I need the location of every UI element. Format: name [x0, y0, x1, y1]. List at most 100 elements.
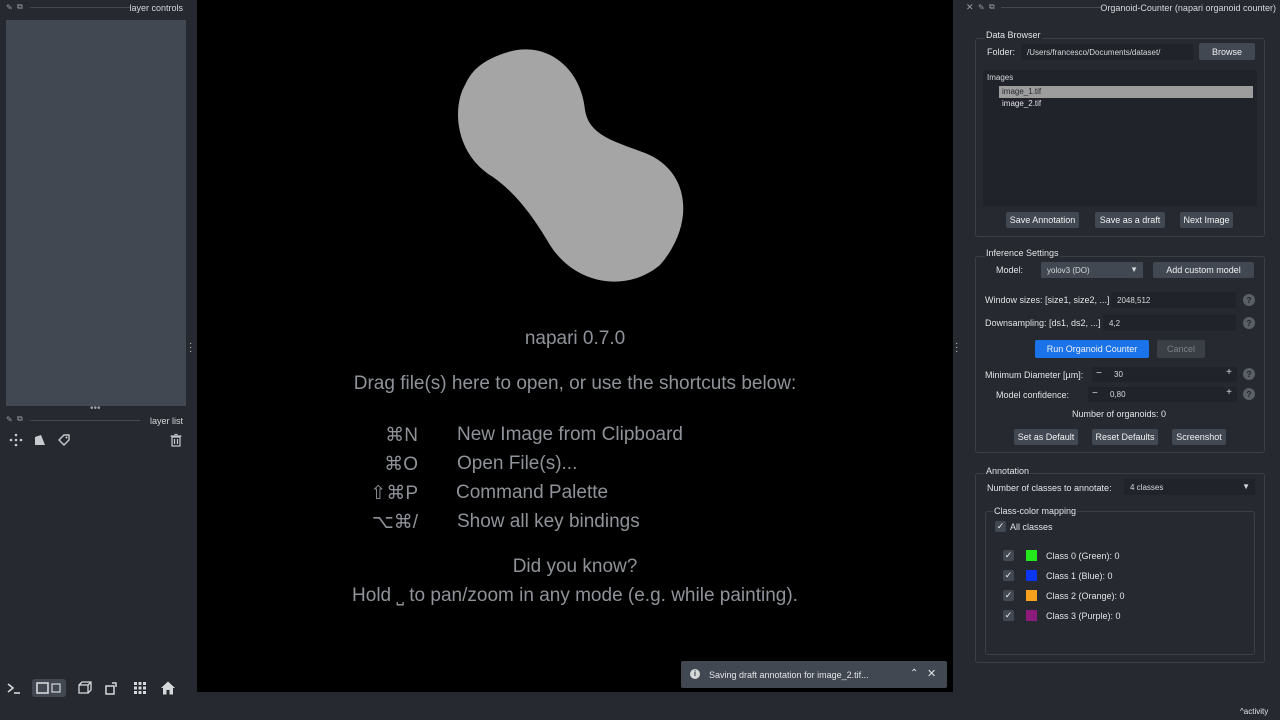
class-color-swatch[interactable] — [1026, 550, 1037, 561]
decrement-icon[interactable]: − — [1092, 388, 1098, 399]
class-color-swatch[interactable] — [1026, 570, 1037, 581]
increment-icon[interactable]: + — [1226, 367, 1232, 378]
save-annotation-button[interactable]: Save Annotation — [1006, 212, 1079, 228]
chevron-down-icon: ▼ — [1242, 482, 1250, 491]
plugin-dock-title: Organoid-Counter (napari organoid counte… — [1100, 3, 1276, 13]
decrement-icon[interactable]: − — [1096, 368, 1102, 379]
shortcut-key: ⇧⌘P — [370, 483, 418, 504]
downsampling-input[interactable]: 4,2 — [1103, 315, 1236, 331]
screenshot-button[interactable]: Screenshot — [1172, 429, 1226, 445]
shortcut-label: Show all key bindings — [457, 511, 640, 532]
close-dock-icon[interactable]: ✎ — [6, 415, 13, 424]
organoid-count-text: Number of organoids: 0 — [1072, 409, 1167, 419]
float-dock-icon[interactable]: ⧉ — [17, 414, 23, 424]
float-dock-icon[interactable]: ⧉ — [989, 2, 995, 12]
class-color-mapping-title: Class-color mapping — [993, 506, 1078, 516]
notification-text: Saving draft annotation for image_2.tif.… — [709, 670, 869, 680]
splitter-handle-icon[interactable]: ••• — [90, 403, 101, 414]
delete-layer-icon[interactable] — [167, 431, 185, 449]
new-labels-layer-icon[interactable] — [55, 431, 73, 449]
model-select[interactable]: yolov3 (DO) ▼ — [1041, 262, 1143, 278]
shortcut-key: ⌘O — [384, 454, 418, 475]
shortcut-key: ⌘N — [385, 425, 418, 446]
help-icon[interactable]: ? — [1243, 317, 1255, 329]
reset-defaults-button[interactable]: Reset Defaults — [1092, 429, 1158, 445]
edit-dock-icon[interactable]: ✎ — [978, 3, 985, 12]
list-item[interactable]: image_2.tif — [999, 98, 1253, 110]
new-shapes-layer-icon[interactable] — [31, 431, 49, 449]
close-dock-icon[interactable]: ✕ — [966, 2, 974, 13]
activity-label: activity — [1243, 707, 1269, 716]
folder-path-field[interactable]: /Users/francesco/Documents/dataset/ — [1021, 44, 1193, 60]
add-custom-model-button[interactable]: Add custom model — [1153, 262, 1254, 278]
shortcut-label: New Image from Clipboard — [457, 424, 683, 445]
class-checkbox[interactable]: ✓ — [1003, 590, 1014, 601]
inference-settings-title: Inference Settings — [985, 248, 1060, 258]
console-icon[interactable] — [5, 679, 23, 697]
class-color-swatch[interactable] — [1026, 610, 1037, 621]
welcome-tip: Hold ⎵ to pan/zoom in any mode (e.g. whi… — [352, 585, 798, 606]
model-confidence-label: Model confidence: — [996, 390, 1070, 400]
class-label: Class 1 (Blue): 0 — [1046, 571, 1113, 581]
side-handle-left-icon[interactable]: · · · — [189, 339, 192, 357]
welcome-version: napari 0.7.0 — [524, 328, 626, 349]
model-confidence-value: 0,80 — [1110, 390, 1126, 399]
layer-controls-title: layer controls — [129, 3, 183, 13]
close-notification-icon[interactable]: ✕ — [927, 667, 936, 680]
save-draft-button[interactable]: Save as a draft — [1095, 212, 1165, 228]
class-label: Class 3 (Purple): 0 — [1046, 611, 1121, 621]
class-label: Class 2 (Orange): 0 — [1046, 591, 1125, 601]
float-dock-icon[interactable]: ⧉ — [17, 2, 23, 12]
welcome-drag-hint: Drag file(s) here to open, or use the sh… — [353, 373, 797, 394]
class-color-swatch[interactable] — [1026, 590, 1037, 601]
activity-button[interactable]: ^activity — [1240, 707, 1268, 716]
help-icon[interactable]: ? — [1243, 368, 1255, 380]
class-checkbox[interactable]: ✓ — [1003, 570, 1014, 581]
class-color-mapping-group — [985, 511, 1255, 655]
grid-view-icon[interactable] — [131, 679, 149, 697]
browse-button[interactable]: Browse — [1199, 43, 1255, 60]
shortcut-label: Open File(s)... — [457, 453, 578, 474]
all-classes-label: All classes — [1010, 522, 1053, 532]
model-select-value: yolov3 (DO) — [1047, 265, 1090, 275]
model-confidence-stepper[interactable]: − 0,80 + — [1088, 387, 1237, 402]
welcome-did-you-know: Did you know? — [512, 556, 638, 577]
min-diameter-stepper[interactable]: − 30 + — [1092, 367, 1237, 382]
increment-icon[interactable]: + — [1226, 387, 1232, 398]
class-checkbox[interactable]: ✓ — [1003, 610, 1014, 621]
folder-label: Folder: — [987, 47, 1016, 57]
shortcut-key: ⌥⌘/ — [371, 512, 418, 533]
notification-toast[interactable]: i Saving draft annotation for image_2.ti… — [681, 661, 947, 688]
chevron-down-icon: ▼ — [1130, 265, 1138, 274]
napari-logo-shape — [458, 49, 684, 282]
images-list[interactable]: Images image_1.tif image_2.tif — [983, 70, 1257, 206]
help-icon[interactable]: ? — [1243, 294, 1255, 306]
side-handle-right-icon[interactable]: · · · — [955, 339, 958, 357]
next-image-button[interactable]: Next Image — [1180, 212, 1233, 228]
cancel-button[interactable]: Cancel — [1157, 340, 1205, 358]
downsampling-label: Downsampling: [ds1, ds2, ...] — [985, 318, 1101, 328]
plugin-dock-header: ✕ ✎ ⧉ Organoid-Counter (napari organoid … — [963, 0, 1280, 15]
window-sizes-input[interactable]: 2048,512 — [1111, 292, 1236, 308]
new-points-layer-icon[interactable] — [7, 431, 25, 449]
roll-dimensions-icon[interactable] — [75, 679, 93, 697]
class-label: Class 0 (Green): 0 — [1046, 551, 1120, 561]
list-item[interactable]: image_1.tif — [999, 86, 1253, 98]
close-dock-icon[interactable]: ✎ — [6, 3, 13, 12]
expand-notification-icon[interactable]: ⌃ — [910, 668, 918, 679]
ndisplay-toggle-button[interactable] — [32, 679, 66, 697]
layer-controls-panel — [6, 20, 186, 406]
layer-list-title: layer list — [149, 416, 183, 426]
num-classes-select[interactable]: 4 classes ▼ — [1124, 479, 1255, 495]
help-icon[interactable]: ? — [1243, 388, 1255, 400]
set-as-default-button[interactable]: Set as Default — [1014, 429, 1078, 445]
window-sizes-label: Window sizes: [size1, size2, ...] — [985, 295, 1110, 305]
min-diameter-label: Minimum Diameter [µm]: — [985, 370, 1084, 380]
run-organoid-counter-button[interactable]: Run Organoid Counter — [1035, 340, 1149, 358]
all-classes-checkbox[interactable]: ✓ — [995, 521, 1006, 532]
home-icon[interactable] — [159, 679, 177, 697]
transpose-dimensions-icon[interactable] — [102, 679, 120, 697]
min-diameter-value: 30 — [1114, 370, 1123, 379]
class-checkbox[interactable]: ✓ — [1003, 550, 1014, 561]
num-classes-label: Number of classes to annotate: — [987, 483, 1112, 493]
